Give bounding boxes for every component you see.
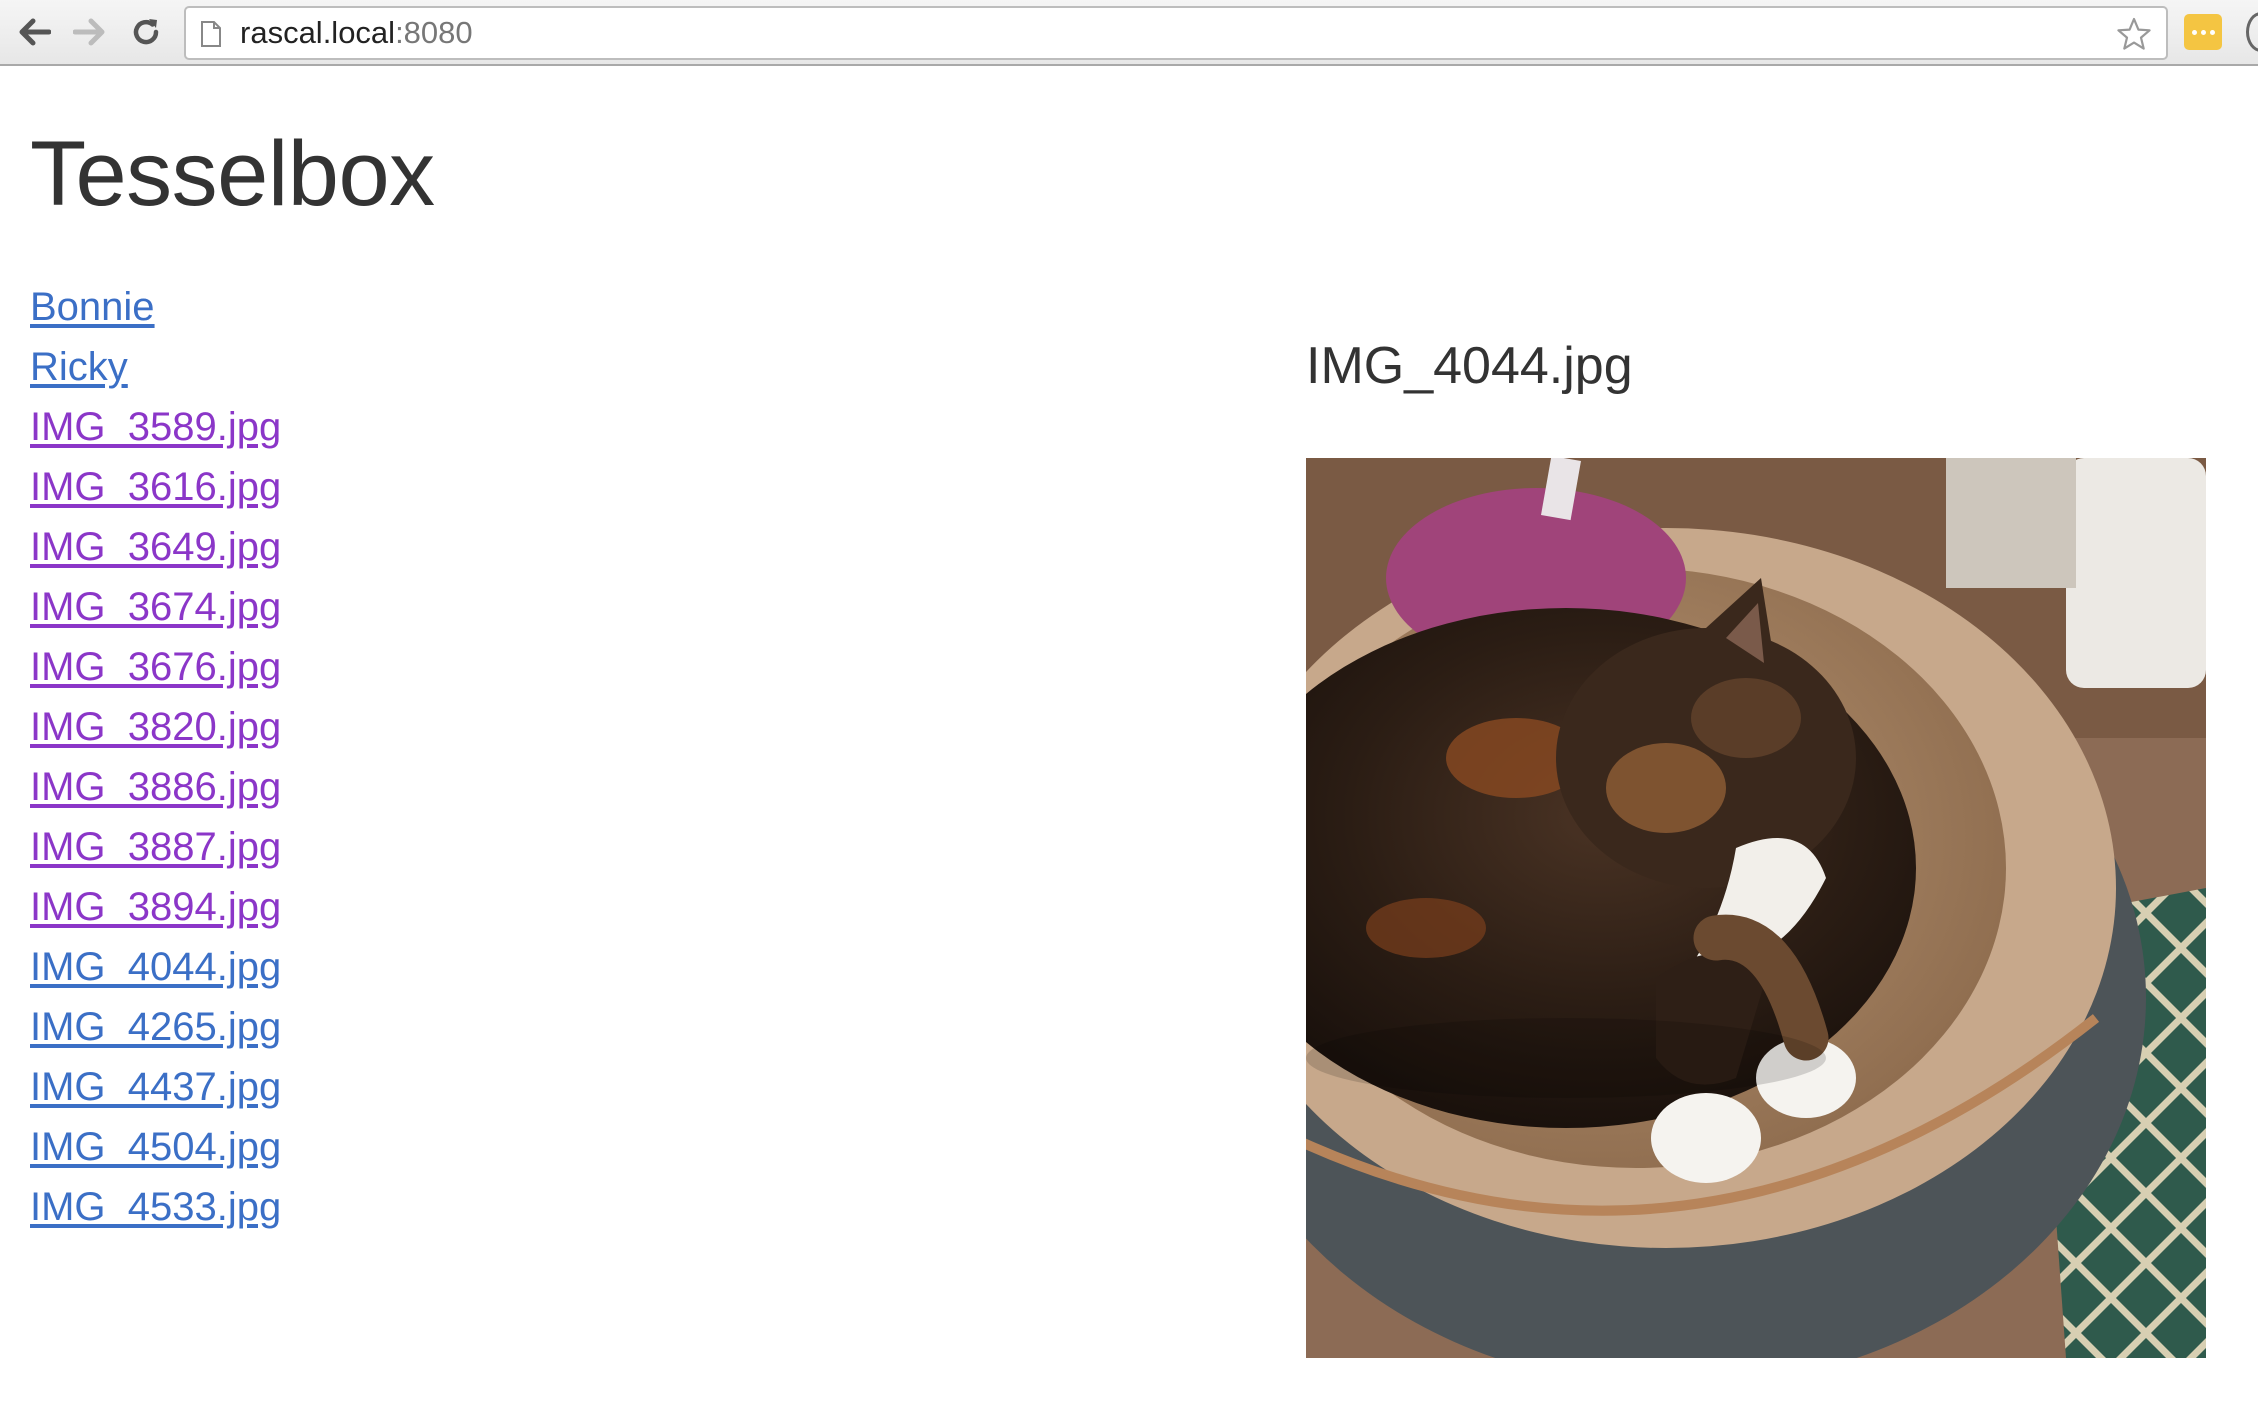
file-link[interactable]: IMG_3589.jpg: [30, 405, 281, 449]
file-link[interactable]: Bonnie: [30, 285, 155, 329]
profile-icon[interactable]: [2246, 12, 2258, 52]
address-bar[interactable]: rascal.local:8080: [184, 6, 2168, 60]
forward-button[interactable]: [70, 12, 110, 52]
file-link[interactable]: IMG_3887.jpg: [30, 825, 281, 869]
page-icon: [201, 21, 221, 47]
url-host: rascal.local: [240, 15, 396, 50]
list-item: IMG_3616.jpg: [30, 460, 281, 520]
reload-button[interactable]: [126, 12, 166, 52]
browser-toolbar: rascal.local:8080: [0, 0, 2258, 66]
list-item: Ricky: [30, 340, 281, 400]
back-arrow-icon: [19, 18, 51, 46]
file-list: Bonnie Ricky IMG_3589.jpg IMG_3616.jpg IMG_3…: [30, 280, 281, 1240]
url-text[interactable]: rascal.local:8080: [240, 8, 473, 58]
file-link[interactable]: IMG_4044.jpg: [30, 945, 281, 989]
list-item: IMG_3649.jpg: [30, 520, 281, 580]
list-item: IMG_3820.jpg: [30, 700, 281, 760]
file-link[interactable]: IMG_3649.jpg: [30, 525, 281, 569]
reload-icon: [133, 19, 159, 45]
page-title: Tesselbox: [30, 123, 435, 225]
preview-image: [1306, 458, 2206, 1358]
list-item: IMG_4044.jpg: [30, 940, 281, 1000]
preview-title: IMG_4044.jpg: [1306, 337, 1633, 395]
list-item: IMG_4437.jpg: [30, 1060, 281, 1120]
file-link[interactable]: IMG_4504.jpg: [30, 1125, 281, 1169]
extension-icon[interactable]: [2184, 14, 2222, 50]
list-item: IMG_4504.jpg: [30, 1120, 281, 1180]
sleeping-cat-image: [1306, 458, 2206, 1358]
list-item: IMG_3674.jpg: [30, 580, 281, 640]
file-link[interactable]: IMG_4437.jpg: [30, 1065, 281, 1109]
file-link[interactable]: IMG_3820.jpg: [30, 705, 281, 749]
list-item: IMG_4265.jpg: [30, 1000, 281, 1060]
star-icon[interactable]: [2116, 17, 2152, 51]
list-item: IMG_3887.jpg: [30, 820, 281, 880]
file-link[interactable]: IMG_3676.jpg: [30, 645, 281, 689]
file-link[interactable]: IMG_3886.jpg: [30, 765, 281, 809]
list-item: Bonnie: [30, 280, 281, 340]
file-link[interactable]: IMG_3894.jpg: [30, 885, 281, 929]
list-item: IMG_3886.jpg: [30, 760, 281, 820]
back-button[interactable]: [14, 12, 54, 52]
list-item: IMG_4533.jpg: [30, 1180, 281, 1240]
url-port: :8080: [395, 15, 473, 50]
list-item: IMG_3894.jpg: [30, 880, 281, 940]
file-link[interactable]: IMG_3616.jpg: [30, 465, 281, 509]
file-link[interactable]: IMG_4533.jpg: [30, 1185, 281, 1229]
forward-arrow-icon: [73, 18, 105, 46]
list-item: IMG_3589.jpg: [30, 400, 281, 460]
file-link[interactable]: IMG_4265.jpg: [30, 1005, 281, 1049]
file-link[interactable]: IMG_3674.jpg: [30, 585, 281, 629]
file-link[interactable]: Ricky: [30, 345, 128, 389]
list-item: IMG_3676.jpg: [30, 640, 281, 700]
